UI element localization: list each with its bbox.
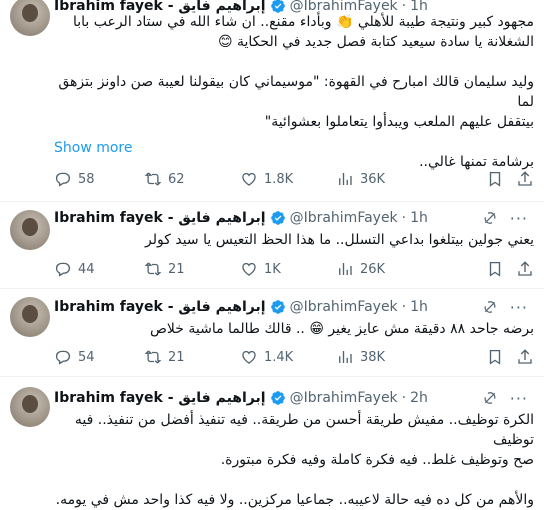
tweet-text: الكرة توظيف.. مفيش طريقة أحسن من طريقة..… [55,412,534,508]
tweet-text: يعني جولين بيتلغوا بداعي التسلل.. ما هذا… [145,232,534,248]
separator-dot: · [401,299,407,315]
separator-dot: · [401,210,407,226]
bookmark-icon[interactable] [486,170,504,188]
views-icon [339,173,352,185]
share-icon[interactable] [516,348,534,366]
like-button[interactable]: 1.8K [240,170,293,188]
view-count: 26K [360,261,386,277]
author-handle[interactable]: @IbrahimFayek [290,390,398,406]
author-name[interactable]: Ibrahim fayek - إبراهيم فايق [54,210,266,226]
author-name[interactable]: Ibrahim fayek - إبراهيم فايق [54,390,266,406]
tweet-header: Ibrahim fayek - إبراهيم فايق @IbrahimFay… [54,208,538,228]
view-count: 36K [360,171,386,187]
separator-dot: · [401,390,407,406]
author-handle[interactable]: @IbrahimFayek [290,210,398,226]
reply-count: 54 [78,349,95,365]
retweet-count: 62 [168,171,185,187]
tweet[interactable]: Ibrahim fayek - إبراهيم فايق @IbrahimFay… [0,289,544,377]
heart-icon [242,262,256,276]
views-button[interactable]: 36K [336,170,385,188]
reply-count: 58 [78,171,95,187]
avatar[interactable] [10,387,50,427]
timestamp[interactable]: 1h [410,210,428,226]
tweet-header: Ibrahim fayek - إبراهيم فايق @IbrahimFay… [54,297,538,317]
heart-icon [242,172,256,186]
reply-icon [55,172,70,187]
like-button[interactable]: 1K [240,260,281,278]
retweet-icon [144,350,162,364]
verified-badge-icon [270,300,285,314]
timestamp[interactable]: 1h [410,299,428,315]
tweet-text: برضه جاحد ٨٨ دقيقة مش عايز يغير 😁 .. قال… [149,321,534,337]
like-button[interactable]: 1.4K [240,348,293,366]
bookmark-icon[interactable] [486,260,504,278]
share-icon[interactable] [516,260,534,278]
share-icon[interactable] [516,170,534,188]
like-count: 1K [264,261,281,277]
view-count: 38K [360,349,386,365]
like-count: 1.4K [264,349,294,365]
tweet-actions: 58 62 1.8K 36K [54,169,534,189]
verified-badge-icon [270,391,285,405]
tweet[interactable]: Ibrahim fayek - إبراهيم فايق @IbrahimFay… [0,0,544,202]
avatar[interactable] [10,0,50,36]
author-name[interactable]: Ibrahim fayek - إبراهيم فايق [54,299,266,315]
retweet-icon [144,172,162,186]
tweet[interactable]: Ibrahim fayek - إبراهيم فايق @IbrahimFay… [0,377,544,508]
reply-button[interactable]: 44 [54,260,95,278]
retweet-button[interactable]: 62 [144,170,185,188]
views-icon [339,351,352,363]
author-handle[interactable]: @IbrahimFayek [290,299,398,315]
reply-button[interactable]: 54 [54,348,95,366]
grok-icon[interactable] [482,299,498,315]
views-icon [339,263,352,275]
grok-icon[interactable] [482,390,498,406]
tweet-actions: 44 21 1K 26K [54,259,534,279]
reply-icon [55,262,70,277]
retweet-count: 21 [168,261,185,277]
retweet-button[interactable]: 21 [144,260,185,278]
more-options-icon[interactable]: ··· [510,209,528,228]
views-button[interactable]: 38K [336,348,385,366]
like-count: 1.8K [264,171,294,187]
tweet[interactable]: Ibrahim fayek - إبراهيم فايق @IbrahimFay… [0,202,544,289]
retweet-count: 21 [168,349,185,365]
verified-badge-icon [270,211,285,225]
timestamp[interactable]: 2h [410,390,428,406]
reply-count: 44 [78,261,95,277]
avatar[interactable] [10,210,50,250]
avatar[interactable] [10,297,50,337]
tweet-header: Ibrahim fayek - إبراهيم فايق @IbrahimFay… [54,388,538,408]
show-more-link[interactable]: Show more [54,140,133,156]
reply-icon [55,350,70,365]
more-options-icon[interactable]: ··· [510,298,528,317]
reply-button[interactable]: 58 [54,170,95,188]
retweet-icon [144,262,162,276]
retweet-button[interactable]: 21 [144,348,185,366]
views-button[interactable]: 26K [336,260,385,278]
tweet-actions: 54 21 1.4K 38K [54,347,534,367]
more-options-icon[interactable]: ··· [510,389,528,408]
heart-icon [242,350,256,364]
bookmark-icon[interactable] [486,348,504,366]
grok-icon[interactable] [482,210,498,226]
